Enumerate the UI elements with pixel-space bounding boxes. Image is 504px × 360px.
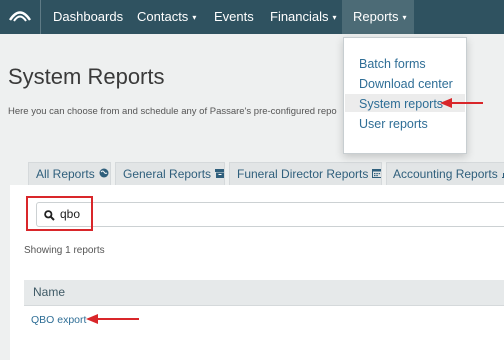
tab-funeral-director-reports[interactable]: Funeral Director Reports	[229, 162, 382, 185]
nav-reports-label: Reports	[353, 9, 399, 24]
annotation-arrow-qbo-export	[86, 314, 139, 324]
page-title: System Reports	[8, 64, 165, 89]
chevron-down-icon: ▾	[402, 13, 407, 22]
tab-accounting-reports-label: Accounting Reports	[393, 167, 498, 181]
annotation-arrow-system-reports	[440, 98, 483, 108]
calendar-icon	[372, 164, 381, 185]
nav-dashboards-label: Dashboards	[53, 9, 124, 24]
tab-all-reports[interactable]: All Reports	[28, 162, 111, 185]
results-table-header: Name	[24, 280, 504, 306]
nav-events[interactable]: Events	[214, 0, 254, 34]
top-navigation-bar: Dashboards Contacts ▾ Events Financials ▾ …	[0, 0, 504, 34]
tab-all-reports-label: All Reports	[36, 167, 95, 181]
menu-item-download-center[interactable]: Download center	[359, 77, 453, 91]
tab-accounting-reports[interactable]: Accounting Reports	[386, 162, 504, 185]
archive-box-icon	[215, 164, 224, 185]
nav-reports[interactable]: Reports ▾	[342, 0, 414, 34]
chevron-down-icon: ▾	[192, 13, 197, 22]
nav-financials-label: Financials	[270, 9, 329, 24]
reports-dropdown-menu: Batch forms Download center System repor…	[343, 37, 467, 154]
page-description: Here you can choose from and schedule an…	[8, 106, 337, 117]
app-logo[interactable]	[0, 0, 41, 34]
search-input[interactable]: qbo	[36, 202, 504, 227]
column-header-name[interactable]: Name	[33, 285, 65, 299]
tab-general-reports-label: General Reports	[123, 167, 212, 181]
nav-contacts[interactable]: Contacts ▾	[137, 0, 196, 34]
report-link-qbo-export[interactable]: QBO export	[31, 314, 86, 326]
menu-item-system-reports[interactable]: System reports	[359, 97, 443, 111]
search-highlight-box	[26, 196, 93, 231]
nav-financials[interactable]: Financials ▾	[270, 0, 337, 34]
menu-item-batch-forms[interactable]: Batch forms	[359, 57, 426, 71]
results-count: Showing 1 reports	[24, 245, 105, 256]
arc-logo-icon	[9, 11, 31, 22]
nav-dashboards[interactable]: Dashboards	[53, 0, 123, 34]
tab-funeral-director-reports-label: Funeral Director Reports	[237, 167, 369, 181]
chevron-down-icon: ▾	[332, 13, 337, 22]
nav-contacts-label: Contacts	[137, 9, 189, 24]
menu-item-user-reports[interactable]: User reports	[359, 117, 428, 131]
globe-icon	[99, 164, 109, 185]
tab-general-reports[interactable]: General Reports	[115, 162, 225, 185]
nav-events-label: Events	[214, 9, 254, 24]
